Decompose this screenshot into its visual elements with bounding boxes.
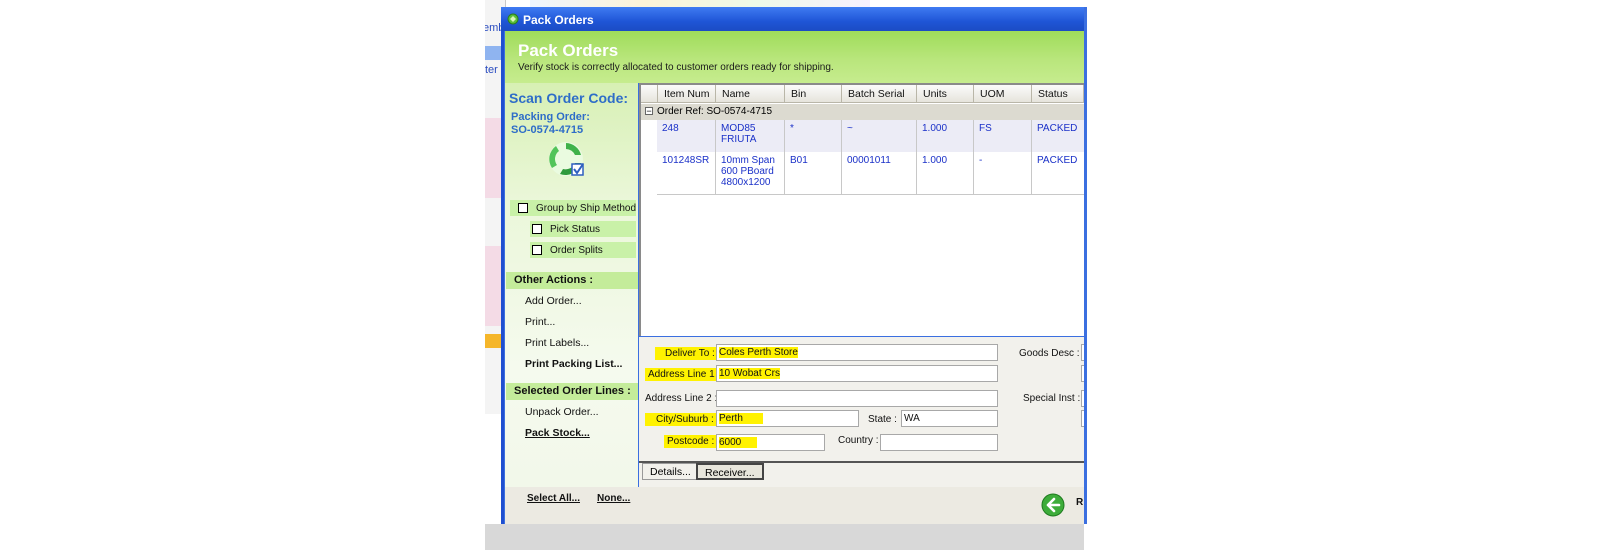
checkbox-box[interactable] xyxy=(532,224,542,234)
page-header: Pack Orders Verify stock is correctly al… xyxy=(505,31,1084,83)
page-subtitle: Verify stock is correctly allocated to c… xyxy=(518,62,834,73)
grid-corner-header xyxy=(641,85,658,103)
state-label: State : xyxy=(868,414,897,425)
page-title: Pack Orders xyxy=(518,41,619,60)
table-row[interactable]: 248 MOD85 FRIUTA * ~ 1.000 FS PACKED xyxy=(657,120,1084,153)
back-button-label[interactable]: R xyxy=(1076,497,1083,508)
postcode-value: 6000 xyxy=(719,437,758,448)
unpack-order-link[interactable]: Unpack Order... xyxy=(525,406,599,418)
window-titlebar[interactable]: Pack Orders xyxy=(501,7,1084,31)
tab-receiver[interactable]: Receiver... xyxy=(696,463,764,480)
goods-desc-field-2[interactable] xyxy=(1081,365,1084,382)
print-labels-link[interactable]: Print Labels... xyxy=(525,337,589,349)
pack-stock-link[interactable]: Pack Stock... xyxy=(525,427,590,439)
country-label: Country : xyxy=(838,435,879,446)
cell-batch-serial: ~ xyxy=(842,120,917,152)
checkbox-label: Pick Status xyxy=(550,223,601,235)
print-link[interactable]: Print... xyxy=(525,316,555,328)
add-order-link[interactable]: Add Order... xyxy=(525,295,582,307)
goods-desc-label: Goods Desc : xyxy=(1019,348,1080,359)
pick-status-checkbox[interactable]: Pick Status xyxy=(532,221,600,237)
tab-details[interactable]: Details... xyxy=(642,463,699,480)
address-line-1-field[interactable]: 10 Wobat Crs xyxy=(716,365,998,382)
window-footer xyxy=(505,487,1084,524)
background-app-bottom xyxy=(485,524,1084,550)
column-header-uom[interactable]: UOM xyxy=(974,85,1032,103)
deliver-to-value: Coles Perth Store xyxy=(719,347,798,358)
table-row[interactable]: 101248SR 10mm Span 600 PBoard 4800x1200 … xyxy=(657,152,1084,195)
checkbox-label: Order Splits xyxy=(550,244,603,256)
checkbox-label: Group by Ship Method xyxy=(536,202,637,214)
country-field[interactable] xyxy=(880,434,998,451)
city-suburb-label: City/Suburb : xyxy=(645,413,717,426)
scan-recycle-icon[interactable] xyxy=(546,140,588,180)
packing-order-code: SO-0574-4715 xyxy=(511,124,584,136)
column-header-units[interactable]: Units xyxy=(917,85,974,103)
collapse-icon[interactable]: − xyxy=(645,107,653,116)
deliver-to-field[interactable]: Coles Perth Store xyxy=(716,344,998,361)
cell-name: MOD85 FRIUTA xyxy=(716,120,785,152)
cell-bin: B01 xyxy=(785,152,842,194)
cell-batch-serial: 00001011 xyxy=(842,152,917,194)
cell-item-num: 248 xyxy=(657,120,716,152)
cell-uom: FS xyxy=(974,120,1032,152)
address-line-2-label: Address Line 2 : xyxy=(645,393,718,404)
background-text-fragment: ter xyxy=(485,64,498,76)
order-group-row[interactable]: − Order Ref: SO-0574-4715 xyxy=(641,104,1084,120)
app-icon xyxy=(507,13,519,25)
address-line-1-label: Address Line 1 : xyxy=(645,368,724,381)
deliver-to-label: Deliver To : xyxy=(655,347,718,360)
address-line-1-value: 10 Wobat Crs xyxy=(719,368,780,379)
special-inst-field[interactable] xyxy=(1081,390,1084,407)
packing-order-info: Packing Order: SO-0574-4715 xyxy=(511,111,590,137)
scan-order-title: Scan Order Code: xyxy=(509,90,629,106)
cell-status: PACKED xyxy=(1037,123,1078,134)
column-header-item-num[interactable]: Item Num xyxy=(658,85,716,103)
back-arrow-icon[interactable] xyxy=(1041,493,1065,517)
packing-order-label: Packing Order: xyxy=(511,111,590,123)
select-all-link[interactable]: Select All... xyxy=(527,493,580,504)
selected-order-lines-heading: Selected Order Lines : xyxy=(506,383,638,400)
cell-units: 1.000 xyxy=(917,152,974,194)
order-group-label: Order Ref: SO-0574-4715 xyxy=(657,106,773,117)
special-inst-field-2[interactable] xyxy=(1081,410,1084,427)
group-by-ship-method-checkbox[interactable]: Group by Ship Method xyxy=(518,200,636,216)
city-suburb-value: Perth xyxy=(719,413,763,424)
select-none-link[interactable]: None... xyxy=(597,493,630,504)
cell-bin: * xyxy=(785,120,842,152)
column-header-status[interactable]: Status xyxy=(1032,85,1084,103)
city-suburb-field[interactable]: Perth xyxy=(716,410,859,427)
checkbox-box[interactable] xyxy=(518,203,528,213)
postcode-field[interactable]: 6000 xyxy=(716,434,825,451)
column-header-name[interactable]: Name xyxy=(716,85,785,103)
background-decoration xyxy=(530,0,870,7)
state-field[interactable]: WA xyxy=(901,410,998,427)
cell-name: 10mm Span 600 PBoard 4800x1200 xyxy=(716,152,785,194)
column-header-bin[interactable]: Bin xyxy=(785,85,842,103)
cell-status: PACKED xyxy=(1037,155,1078,166)
postcode-label: Postcode : xyxy=(664,435,718,448)
goods-desc-field[interactable] xyxy=(1081,344,1084,361)
other-actions-heading: Other Actions : xyxy=(506,272,638,289)
address-line-2-field[interactable] xyxy=(716,390,998,407)
cell-item-num: 101248SR xyxy=(657,152,716,194)
order-splits-checkbox[interactable]: Order Splits xyxy=(532,242,603,258)
cell-uom: - xyxy=(974,152,1032,194)
special-inst-label: Special Inst : xyxy=(1023,393,1081,404)
window-title: Pack Orders xyxy=(523,13,594,27)
checkbox-box[interactable] xyxy=(532,245,542,255)
cell-units: 1.000 xyxy=(917,120,974,152)
print-packing-list-link[interactable]: Print Packing List... xyxy=(525,358,622,370)
column-header-batch-serial[interactable]: Batch Serial xyxy=(842,85,917,103)
